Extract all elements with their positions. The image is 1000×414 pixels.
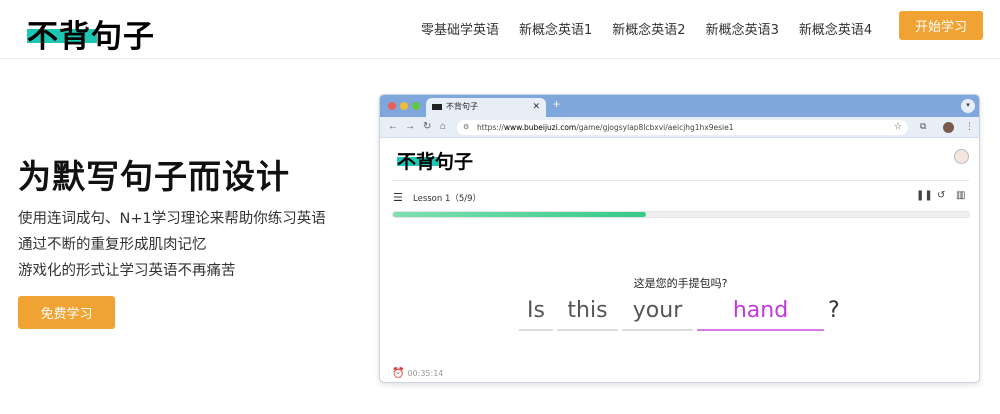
app-divider (392, 180, 969, 181)
timer: ⏰ 00:35:14 (392, 368, 443, 379)
hero-title: 为默写句子而设计 (18, 157, 290, 196)
url-host: www.bubeijuzi.com (503, 123, 577, 132)
pause-icon: ❚❚ (916, 190, 933, 201)
app-logo-text: 不背句子 (397, 151, 474, 173)
question-text: 这是您的手提包吗? (633, 277, 728, 290)
tab-close-icon: ✕ (532, 102, 540, 112)
tab-dropdown-icon: ▾ (961, 99, 975, 113)
lesson-progress-bar (392, 211, 970, 218)
window-minimize-dot (400, 102, 408, 110)
alarm-clock-icon: ⏰ (392, 368, 405, 379)
stats-icon: ▥ (956, 190, 966, 201)
site-header: 不背句子 零基础学英语 新概念英语1 新概念英语2 新概念英语3 新概念英语4 … (0, 0, 1000, 58)
hero-line-1: 使用连词成句、N+1学习理论来帮助你练习英语 (18, 211, 326, 227)
answer-word-2: this (557, 295, 618, 331)
forward-icon: → (405, 121, 415, 132)
window-zoom-dot (412, 102, 420, 110)
back-icon: ← (388, 121, 398, 132)
nav-item-beginner[interactable]: 零基础学英语 (421, 19, 499, 38)
logo-text: 不背句子 (27, 19, 155, 55)
browser-tabbar: 不背句子 ✕ + ▾ (380, 95, 979, 117)
nav-item-nce3[interactable]: 新概念英语3 (706, 19, 779, 38)
menu-icon: ☰ (393, 192, 403, 204)
site-logo[interactable]: 不背句子 (27, 11, 155, 55)
window-close-dot (388, 102, 396, 110)
lesson-label: Lesson 1（5/9） (413, 194, 482, 204)
app-logo: 不背句子 (397, 147, 473, 174)
home-icon: ⌂ (440, 121, 447, 132)
new-tab-icon: + (553, 97, 561, 111)
header-divider (0, 58, 1000, 59)
bookmark-star-icon: ☆ (893, 122, 902, 132)
lesson-progress-fill (393, 212, 647, 217)
hero-line-2: 通过不断的重复形成肌肉记忆 (18, 237, 207, 253)
replay-icon: ↺ (937, 190, 946, 201)
nav-item-nce2[interactable]: 新概念英语2 (612, 19, 685, 38)
extensions-icon: ⧉ (920, 121, 927, 131)
profile-avatar-icon (943, 122, 954, 133)
nav-item-nce1[interactable]: 新概念英语1 (519, 19, 592, 38)
url-field: ⚙ https://www.bubeijuzi.com/game/gjogsyl… (457, 120, 908, 135)
reload-icon: ↻ (423, 121, 432, 132)
nav-item-nce4[interactable]: 新概念英语4 (799, 19, 872, 38)
browser-tab-title: 不背句子 (446, 102, 478, 111)
hero-description: 使用连词成句、N+1学习理论来帮助你练习英语 通过不断的重复形成肌肉记忆 游戏化… (18, 206, 326, 284)
answer-word-3: your (622, 295, 693, 331)
browser-menu-icon: ⋮ (965, 121, 974, 131)
hero-line-3: 游戏化的形式让学习英语不再痛苦 (18, 263, 236, 279)
timer-text: 00:35:14 (407, 369, 444, 378)
answer-word-1: Is (519, 295, 553, 331)
sentence-end-mark: ? (828, 298, 840, 323)
url-path: /game/gjogsylap8lcbxvi/aeicjhg1hx9esie1 (576, 123, 734, 132)
favicon-icon (432, 103, 442, 110)
url-prefix: https:// (477, 123, 504, 132)
main-nav: 零基础学英语 新概念英语1 新概念英语2 新概念英语3 新概念英语4 (421, 19, 872, 38)
site-info-icon: ⚙ (463, 123, 470, 131)
browser-tab: 不背句子 ✕ (426, 98, 546, 117)
start-learning-button[interactable]: 开始学习 (899, 11, 983, 40)
browser-address-bar: ← → ↻ ⌂ ⚙ https://www.bubeijuzi.com/game… (380, 117, 979, 138)
free-learning-button[interactable]: 免费学习 (18, 296, 115, 329)
user-avatar (954, 149, 969, 164)
browser-preview: 不背句子 ✕ + ▾ ← → ↻ ⌂ ⚙ https://www.bubeiju… (379, 94, 980, 383)
answer-word-4-active[interactable]: hand (697, 295, 824, 331)
